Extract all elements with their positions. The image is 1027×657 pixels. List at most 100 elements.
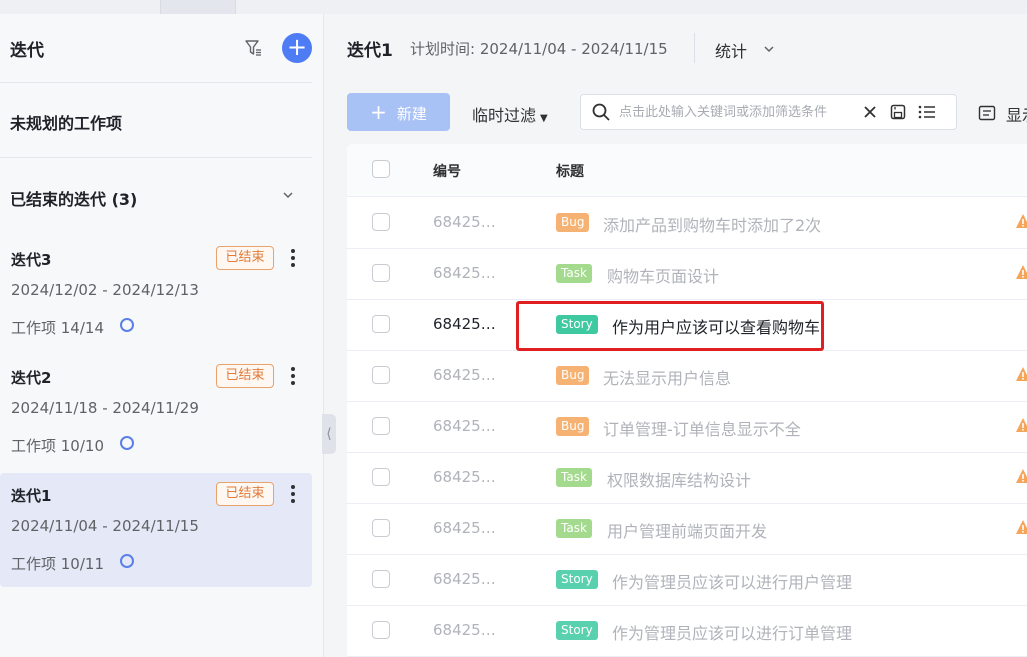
row-number: 68425… xyxy=(433,315,496,333)
row-title[interactable]: 用户管理前端页面开发 xyxy=(607,518,767,542)
row-checkbox[interactable] xyxy=(372,621,390,639)
new-button[interactable]: + 新建 xyxy=(347,93,450,131)
temp-filter-dropdown[interactable]: 临时过滤 ▼ xyxy=(472,102,548,126)
sprint-items-count: 工作项 14/14 xyxy=(11,319,104,337)
caret-down-icon: ▼ xyxy=(540,113,548,124)
warning-icon xyxy=(1016,367,1027,381)
row-checkbox[interactable] xyxy=(372,570,390,588)
plan-dates: 计划时间: 2024/11/04 - 2024/11/15 xyxy=(410,40,668,58)
sprint-item-2[interactable]: 迭代2 已结束 2024/11/18 - 2024/11/29 工作项 10/1… xyxy=(0,355,312,469)
table-row[interactable]: 68425… Bug 订单管理-订单信息显示不全 xyxy=(347,401,1027,453)
sprint-name: 迭代1 xyxy=(11,487,52,505)
sprint-dates: 2024/11/18 - 2024/11/29 xyxy=(11,399,199,417)
stats-dropdown[interactable]: 统计 xyxy=(715,38,747,62)
warning-icon xyxy=(1016,520,1027,534)
sidebar-header: 迭代 + xyxy=(0,14,323,82)
divider xyxy=(0,157,312,158)
type-tag: Story xyxy=(556,570,598,589)
table-row[interactable]: 68425… Bug 无法显示用户信息 xyxy=(347,350,1027,402)
warning-icon xyxy=(1016,265,1027,279)
more-icon[interactable] xyxy=(287,246,299,270)
row-checkbox[interactable] xyxy=(372,315,390,333)
row-title[interactable]: 权限数据库结构设计 xyxy=(607,467,751,491)
save-icon[interactable] xyxy=(889,103,907,121)
type-tag: Task xyxy=(556,264,592,283)
list-icon[interactable] xyxy=(917,103,937,121)
warning-icon xyxy=(1016,469,1027,483)
row-checkbox[interactable] xyxy=(372,366,390,384)
type-tag: Bug xyxy=(556,417,590,436)
warning-icon xyxy=(1016,214,1027,228)
row-number: 68425… xyxy=(433,468,496,486)
highlight-box xyxy=(516,301,824,351)
row-title[interactable]: 添加产品到购物车时添加了2次 xyxy=(603,212,821,236)
divider xyxy=(694,33,695,63)
sprint-dates: 2024/11/04 - 2024/11/15 xyxy=(11,517,199,535)
top-tab-strip xyxy=(0,0,1027,14)
table-row[interactable]: 68425… Task 权限数据库结构设计 xyxy=(347,452,1027,504)
warning-icon xyxy=(1016,418,1027,432)
divider xyxy=(0,82,312,83)
progress-ring-icon xyxy=(120,318,134,332)
row-title[interactable]: 订单管理-订单信息显示不全 xyxy=(603,416,801,440)
row-number: 68425… xyxy=(433,570,496,588)
row-number: 68425… xyxy=(433,417,496,435)
row-number: 68425… xyxy=(433,621,496,639)
row-title[interactable]: 无法显示用户信息 xyxy=(603,365,731,389)
col-header-title: 标题 xyxy=(556,164,584,180)
row-checkbox[interactable] xyxy=(372,519,390,537)
type-tag: Task xyxy=(556,519,592,538)
add-sprint-button[interactable]: + xyxy=(282,33,312,63)
row-number: 68425… xyxy=(433,264,496,282)
filter-icon[interactable] xyxy=(243,38,263,58)
table-row[interactable]: 68425… Task 购物车页面设计 xyxy=(347,248,1027,300)
sprint-items-count: 工作项 10/10 xyxy=(11,437,104,455)
display-icon[interactable] xyxy=(978,104,996,122)
progress-ring-icon xyxy=(120,436,134,450)
row-checkbox[interactable] xyxy=(372,264,390,282)
type-tag: Task xyxy=(556,468,592,487)
status-badge: 已结束 xyxy=(216,364,274,388)
row-title[interactable]: 作为管理员应该可以进行订单管理 xyxy=(612,620,852,644)
more-icon[interactable] xyxy=(287,482,299,506)
sprint-name: 迭代2 xyxy=(11,369,52,387)
table-header: 编号 标题 xyxy=(347,144,1027,197)
unplanned-items-link[interactable]: 未规划的工作项 xyxy=(10,110,122,134)
more-icon[interactable] xyxy=(287,364,299,388)
temp-filter-label: 临时过滤 xyxy=(472,106,537,125)
row-checkbox[interactable] xyxy=(372,417,390,435)
sidebar-title: 迭代 xyxy=(10,41,44,61)
row-title[interactable]: 购物车页面设计 xyxy=(607,263,719,287)
work-items-table: 编号 标题 68425… Bug 添加产品到购物车时添加了2次 68425… Task 购… xyxy=(347,144,1027,657)
chevron-down-icon[interactable] xyxy=(281,188,295,202)
row-number: 68425… xyxy=(433,519,496,537)
sprint-dates: 2024/12/02 - 2024/12/13 xyxy=(11,281,199,299)
table-row[interactable]: 68425… Story 作为管理员应该可以进行订单管理 xyxy=(347,605,1027,657)
sprint-item-3[interactable]: 迭代3 已结束 2024/12/02 - 2024/12/13 工作项 14/1… xyxy=(0,237,312,351)
sprint-name: 迭代3 xyxy=(11,251,52,269)
table-row[interactable]: 68425… Task 用户管理前端页面开发 xyxy=(347,503,1027,555)
type-tag: Story xyxy=(556,621,598,640)
status-badge: 已结束 xyxy=(216,482,274,506)
col-header-number: 编号 xyxy=(433,164,461,180)
display-button[interactable]: 显示 xyxy=(1006,102,1027,126)
search-input[interactable] xyxy=(619,101,851,123)
table-row[interactable]: 68425… Bug 添加产品到购物车时添加了2次 xyxy=(347,197,1027,249)
row-checkbox[interactable] xyxy=(372,468,390,486)
progress-ring-icon xyxy=(120,554,134,568)
table-row[interactable]: 68425… Story 作为管理员应该可以进行用户管理 xyxy=(347,554,1027,606)
row-number: 68425… xyxy=(433,366,496,384)
sprint-items-count: 工作项 10/11 xyxy=(11,555,104,573)
close-icon[interactable] xyxy=(861,103,879,121)
row-checkbox[interactable] xyxy=(372,213,390,231)
search-box xyxy=(580,94,957,130)
row-number: 68425… xyxy=(433,213,496,231)
select-all-checkbox[interactable] xyxy=(372,160,390,178)
closed-sprints-header[interactable]: 已结束的迭代 (3) xyxy=(10,186,137,210)
sprint-item-1[interactable]: 迭代1 已结束 2024/11/04 - 2024/11/15 工作项 10/1… xyxy=(0,473,312,587)
page-title: 迭代1 xyxy=(347,41,393,61)
row-title[interactable]: 作为管理员应该可以进行用户管理 xyxy=(612,569,852,593)
new-button-label: 新建 xyxy=(396,105,427,123)
top-tab[interactable] xyxy=(160,0,236,14)
chevron-down-icon[interactable] xyxy=(762,42,776,56)
